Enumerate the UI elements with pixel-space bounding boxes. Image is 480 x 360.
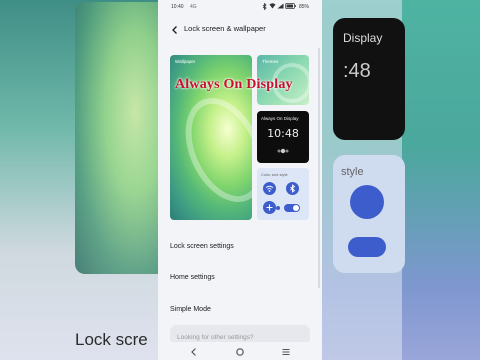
page-header: Lock screen & wallpaper [158, 18, 322, 38]
wifi-status-icon [269, 3, 276, 11]
backdrop-left-caption: Lock scre [75, 330, 148, 349]
signal-icon [277, 3, 284, 11]
menu-item-simple-mode[interactable]: Simple Mode [170, 306, 310, 313]
backdrop-style-label: style [341, 166, 364, 178]
overlay-caption: Always On Display [175, 77, 293, 92]
backdrop-aod-time: :48 [343, 60, 371, 82]
aod-time: 10:48 [267, 127, 299, 140]
themes-label: Themes [262, 59, 279, 64]
wifi-icon[interactable] [263, 182, 276, 195]
aod-label: Always On Display [261, 116, 299, 121]
scrollbar[interactable] [318, 48, 320, 288]
aod-notification-icon [276, 141, 290, 154]
backdrop-toggle-icon [348, 237, 386, 257]
nav-menu-icon[interactable] [280, 345, 292, 357]
backdrop-aod-label: Display [343, 31, 383, 45]
status-time: 10:40 [171, 4, 184, 10]
page-title: Lock screen & wallpaper [184, 24, 266, 33]
backdrop-bluetooth-icon [350, 185, 384, 219]
wallpaper-label: Wallpaper [175, 59, 196, 64]
phone-screen: 10:40 4G 85% Lock screen & wallpaper Wal… [158, 0, 322, 360]
always-on-display-card[interactable]: Always On Display 10:48 [257, 111, 309, 163]
back-arrow-icon[interactable] [170, 22, 180, 34]
color-style-label: Color and style [261, 172, 288, 177]
toggle-icon[interactable] [276, 204, 300, 212]
navigation-bar [158, 342, 322, 360]
nav-home-icon[interactable] [234, 345, 246, 357]
battery-icon [285, 3, 296, 11]
plus-icon[interactable] [263, 201, 276, 214]
nav-back-icon[interactable] [188, 345, 200, 357]
wallpaper-swirl [170, 85, 252, 215]
bluetooth-status-icon [262, 2, 267, 12]
battery-percent: 85% [299, 4, 310, 10]
color-and-style-card[interactable]: Color and style [257, 168, 309, 220]
bluetooth-icon[interactable] [286, 182, 299, 195]
menu-item-home-settings[interactable]: Home settings [170, 274, 310, 281]
menu-item-lock-screen-settings[interactable]: Lock screen settings [170, 243, 310, 250]
status-bar: 10:40 4G 85% [158, 0, 322, 14]
status-network: 4G [190, 4, 197, 10]
